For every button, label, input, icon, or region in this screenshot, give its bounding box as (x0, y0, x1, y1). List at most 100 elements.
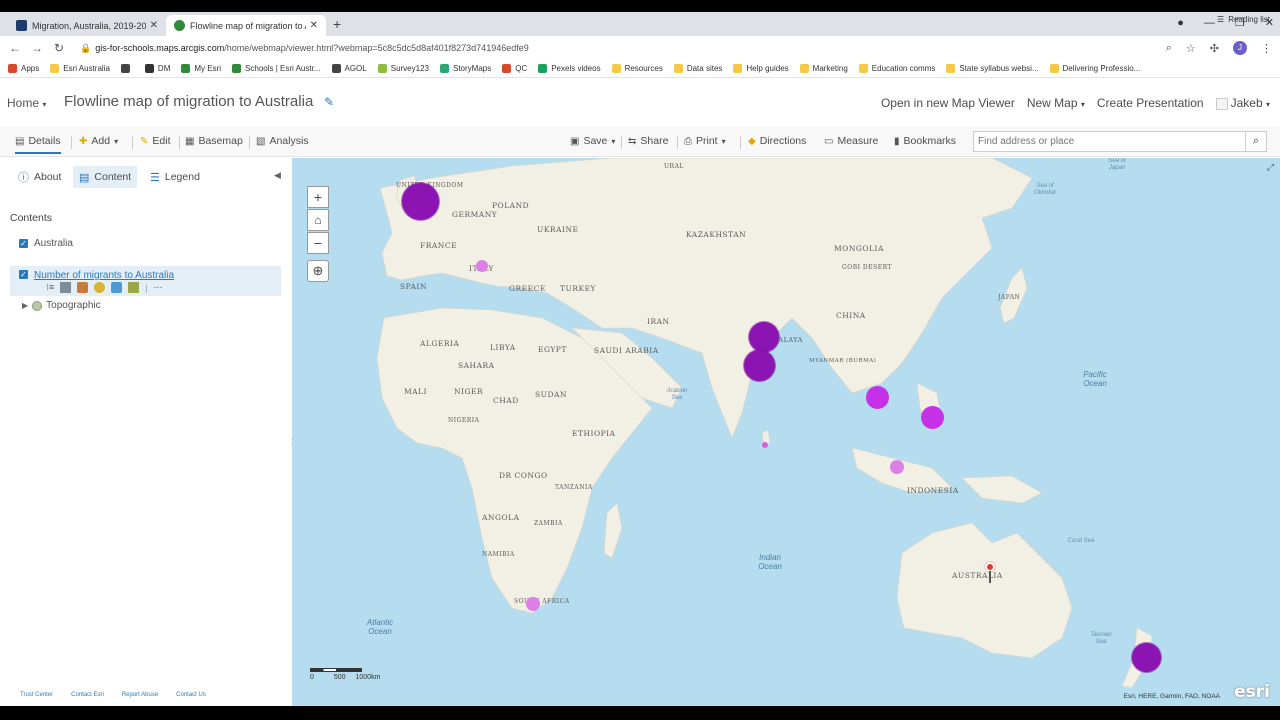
new-map-menu[interactable]: New Map ▾ (1027, 96, 1085, 110)
filter-icon[interactable] (94, 282, 106, 293)
bookmark-item[interactable]: Schools | Esri Austr... (232, 64, 321, 73)
footer-link[interactable]: Report Abuse (122, 692, 158, 698)
details-button[interactable]: ▤ Details (15, 135, 61, 154)
pencil-icon[interactable]: ✎ (324, 95, 334, 109)
layer-row-topographic[interactable]: ▶ Topographic (22, 300, 303, 311)
bookmarks-button[interactable]: ▮ Bookmarks (894, 135, 956, 147)
map-view[interactable]: UNITED KINGDOMPOLANDGERMANYUKRAINEFRANCE… (292, 158, 1280, 706)
browser-tab-flowline[interactable]: Flowline map of migration to Au ✕ (166, 15, 326, 36)
add-button[interactable]: ✚ Add ▾ (79, 135, 118, 147)
tab-about[interactable]: ⓘ About (12, 166, 67, 188)
bookmark-label: Marketing (812, 64, 848, 73)
bookmark-item[interactable]: Delivering Professio... (1049, 64, 1140, 73)
bookmark-item[interactable]: Marketing (799, 64, 848, 73)
search-input[interactable] (974, 136, 1245, 147)
analysis-layer-icon[interactable] (111, 282, 123, 293)
user-menu[interactable]: Jakeb ▾ (1215, 96, 1270, 110)
profile-avatar[interactable]: J (1233, 41, 1247, 55)
directions-button[interactable]: ◆ Directions (748, 135, 806, 147)
zoom-in-button[interactable]: + (307, 186, 329, 208)
browser-menu-icon[interactable]: ⋮ (1261, 42, 1272, 55)
basemap-globe-icon (32, 300, 43, 311)
collapse-panel-icon[interactable]: ◀ (274, 170, 281, 181)
bookmark-item[interactable]: My Esri (181, 64, 221, 73)
zoom-out-button[interactable]: − (307, 232, 329, 254)
migrant-circle-malaysia[interactable] (890, 460, 904, 474)
migrant-circle-india-central[interactable] (744, 350, 775, 381)
migrant-circle-vietnam[interactable] (866, 386, 889, 409)
footer-link[interactable]: Contact Us (176, 692, 206, 698)
edit-button[interactable]: ✎ Edit (140, 135, 170, 147)
expand-icon[interactable]: ⤢ (1267, 162, 1274, 173)
bookmark-item[interactable]: Resources (611, 64, 663, 73)
table-icon[interactable] (60, 282, 72, 293)
footer-link[interactable]: Contact Esri (71, 692, 104, 698)
divider (677, 136, 678, 149)
migrant-circle-italy[interactable] (476, 260, 488, 272)
bookmark-item[interactable]: Help guides (733, 64, 789, 73)
create-presentation-link[interactable]: Create Presentation (1097, 96, 1204, 110)
new-tab-icon[interactable]: + (333, 16, 341, 32)
migrant-circle-uk[interactable] (402, 183, 439, 220)
migrant-circle-south-africa[interactable] (526, 597, 540, 611)
reload-icon[interactable]: ↻ (48, 41, 70, 55)
bookmark-item[interactable]: State syllabus websi... (946, 64, 1039, 73)
expand-icon[interactable]: ▶ (22, 301, 28, 310)
esri-logo[interactable]: esri (1234, 682, 1270, 702)
browser-tab-migration[interactable]: Migration, Australia, 2019-20 fin ✕ (8, 15, 166, 36)
layer-row-migrants[interactable]: ✓ Number of migrants to Australia ⁝≡ | ⋯ (10, 266, 281, 296)
layer-checkbox[interactable]: ✓ (19, 239, 28, 248)
layer-checkbox[interactable]: ✓ (19, 270, 28, 279)
tab-content[interactable]: ▤ Content (73, 166, 138, 188)
bookmark-item[interactable]: Pexels videos (538, 64, 601, 73)
url-field[interactable]: gis-for-schools.maps.arcgis.com/home/web… (95, 43, 529, 53)
legend-toggle-icon[interactable]: ⁝≡ (46, 282, 54, 293)
bookmark-item[interactable]: Esri Australia (50, 64, 110, 73)
details-label: Details (28, 135, 61, 147)
bookmark-icon (232, 64, 242, 73)
bookmark-item[interactable]: AGOL (331, 64, 367, 73)
layer-label[interactable]: Number of migrants to Australia (34, 270, 174, 281)
style-icon[interactable] (77, 282, 89, 293)
footer-link[interactable]: Trust Center (20, 692, 53, 698)
measure-button[interactable]: ▭ Measure (824, 135, 878, 147)
country-label: JAPAN (998, 294, 1021, 301)
migrant-circle-india-north[interactable] (749, 322, 779, 352)
reading-list-button[interactable]: ☰ Reading list (1217, 15, 1270, 24)
extensions-icon[interactable]: ✣ (1210, 42, 1219, 55)
back-icon[interactable]: ← (4, 41, 26, 55)
save-button[interactable]: ▣ Save ▾ (570, 135, 615, 147)
basemap-button[interactable]: ▦ Basemap (185, 135, 243, 147)
migrant-circle-new-zealand[interactable] (1132, 643, 1161, 672)
bookmark-item[interactable]: Data sites (673, 64, 722, 73)
home-extent-icon[interactable]: ⌂ (307, 209, 329, 231)
star-icon[interactable]: ☆ (1186, 42, 1196, 55)
open-map-viewer-link[interactable]: Open in new Map Viewer (881, 96, 1015, 110)
tab-legend[interactable]: ☰ Legend (144, 166, 206, 188)
share-button[interactable]: ⇆ Share (628, 135, 668, 147)
bookmark-item[interactable] (120, 64, 134, 73)
minimize-icon[interactable]: — (1204, 17, 1215, 29)
more-options-icon[interactable]: ⋯ (153, 282, 162, 293)
forward-icon[interactable]: → (26, 41, 48, 55)
bookmark-item[interactable]: Apps (8, 64, 39, 73)
layer-row-australia[interactable]: ✓ Australia (19, 238, 300, 249)
bookmark-item[interactable]: QC (502, 64, 527, 73)
close-icon[interactable]: ✕ (150, 20, 158, 31)
bookmark-item[interactable]: Survey123 (377, 64, 429, 73)
media-icon[interactable]: ● (1177, 17, 1184, 29)
bookmark-item[interactable]: StoryMaps (439, 64, 491, 73)
locate-icon[interactable]: ⊕ (307, 260, 329, 282)
migrant-circle-philippines[interactable] (921, 406, 944, 429)
bookmark-item[interactable]: Education comms (858, 64, 935, 73)
bookmark-item[interactable]: DM (144, 64, 170, 73)
print-button[interactable]: ⎙ Print ▾ (684, 135, 726, 147)
home-menu[interactable]: Home ▾ (7, 96, 46, 110)
configure-popup-icon[interactable] (128, 282, 140, 293)
close-icon[interactable]: ✕ (310, 20, 318, 31)
search-icon[interactable]: ⌕ (1245, 132, 1266, 151)
map-attribution[interactable]: Esri, HERE, Garmin, FAO, NOAA (1124, 693, 1220, 700)
analysis-button[interactable]: ▧ Analysis (256, 135, 309, 147)
zoom-icon[interactable]: ⌕ (1166, 42, 1172, 55)
migrant-circle-sri-lanka[interactable] (762, 442, 768, 448)
